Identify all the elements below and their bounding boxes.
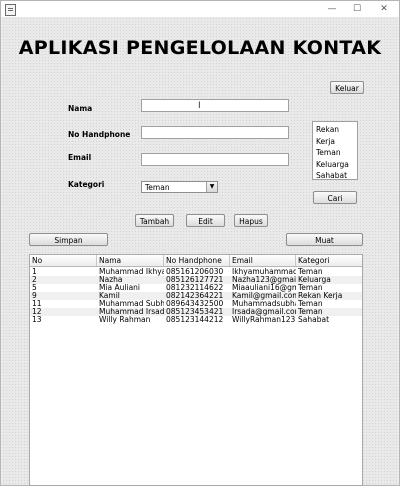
cell-email: Miaauliani16@gma... [232,284,296,292]
cell-no: 5 [32,284,37,292]
cell-nohp: 085126127721 [166,276,224,284]
cell-nama: Muhammad Ikhya [99,268,164,276]
cell-no: 1 [32,268,37,276]
email-label: Email [68,153,92,162]
table-row[interactable]: 13 Willy Rahman 085123144212 WillyRahman… [30,316,362,324]
nohp-field[interactable] [141,126,289,139]
cell-kategori: Teman [298,300,323,308]
cell-no: 12 [32,308,42,316]
cell-email: Kamil@gmail.com [232,292,296,300]
chevron-down-icon[interactable]: ▼ [206,182,217,192]
cell-kategori: Teman [298,268,323,276]
nama-label: Nama [68,104,93,113]
cell-nohp: 089643432500 [166,300,224,308]
cell-kategori: Teman [298,284,323,292]
cell-nohp: 085161206030 [166,268,224,276]
table-header: No Nama No Handphone Email Kategori [30,255,362,267]
column-header-nama[interactable]: Nama [97,255,164,266]
page-title: APLIKASI PENGELOLAAN KONTAK [18,37,382,59]
cell-no: 9 [32,292,37,300]
cell-email: WillyRahman123.... [232,316,296,324]
minimize-button[interactable]: — [321,1,343,17]
nama-field[interactable]: I [141,99,289,112]
table-row[interactable]: 5 Mia Auliani 081232114622 Miaauliani16@… [30,284,362,292]
cell-no: 13 [32,316,42,324]
column-header-no[interactable]: No [30,255,97,266]
cell-email: Muhammadsubha... [232,300,296,308]
edit-button[interactable]: Edit [186,214,225,227]
table-row[interactable]: 1 Muhammad Ikhya 085161206030 Ikhyamuham… [30,268,362,276]
kategori-select[interactable]: Teman ▼ [141,181,218,193]
cell-email: Irsada@gmail.com [232,308,296,316]
email-field[interactable] [141,153,289,166]
cell-kategori: Teman [298,308,323,316]
cell-nama: Muhammad Irsada... [99,308,164,316]
cell-nama: Mia Auliani [99,284,141,292]
column-header-kategori[interactable]: Kategori [296,255,362,266]
table-row[interactable]: 12 Muhammad Irsada... 085123453421 Irsad… [30,308,362,316]
keluar-button[interactable]: Keluar [330,81,364,94]
cell-nohp: 085123144212 [166,316,224,324]
column-header-email[interactable]: Email [230,255,296,266]
text-cursor-icon: I [198,101,201,111]
kategori-label: Kategori [68,180,105,189]
cell-no: 2 [32,276,37,284]
hapus-button[interactable]: Hapus [234,214,268,227]
table-row[interactable]: 2 Nazha 085126127721 Nazha123@gmail.... … [30,276,362,284]
cell-nohp: 085123453421 [166,308,224,316]
category-list-item[interactable]: Sahabat [313,170,357,182]
maximize-button[interactable]: ☐ [346,1,368,17]
cell-email: Nazha123@gmail.... [232,276,296,284]
column-header-nohp[interactable]: No Handphone [164,255,230,266]
category-list-item[interactable]: Keluarga [313,159,357,171]
cell-kategori: Sahabat [298,316,330,324]
muat-button[interactable]: Muat [286,233,363,246]
table-row[interactable]: 9 Kamil 082142364221 Kamil@gmail.com Rek… [30,292,362,300]
cell-nohp: 081232114622 [166,284,224,292]
cell-nohp: 082142364221 [166,292,224,300]
cell-nama: Muhammad Subh... [99,300,164,308]
kategori-select-value: Teman [145,183,170,192]
nohp-label: No Handphone [68,130,131,139]
category-list-item[interactable]: Teman [313,147,357,159]
title-bar: — ☐ ✕ [1,1,399,17]
app-icon [5,4,16,16]
cell-nama: Kamil [99,292,120,300]
category-list-item[interactable]: Rekan Kerja [313,124,357,147]
cell-email: Ikhyamuhammad0... [232,268,296,276]
simpan-button[interactable]: Simpan [29,233,108,246]
cell-no: 11 [32,300,42,308]
cell-nama: Willy Rahman [99,316,151,324]
table-row[interactable]: 11 Muhammad Subh... 089643432500 Muhamma… [30,300,362,308]
cell-kategori: Keluarga [298,276,331,284]
cari-button[interactable]: Cari [313,191,357,204]
cell-nama: Nazha [99,276,123,284]
contact-table[interactable]: No Nama No Handphone Email Kategori 1 Mu… [29,254,363,486]
cell-kategori: Rekan Kerja [298,292,343,300]
close-button[interactable]: ✕ [373,1,395,17]
tambah-button[interactable]: Tambah [135,214,174,227]
category-list[interactable]: Rekan Kerja Teman Keluarga Sahabat [312,121,358,180]
